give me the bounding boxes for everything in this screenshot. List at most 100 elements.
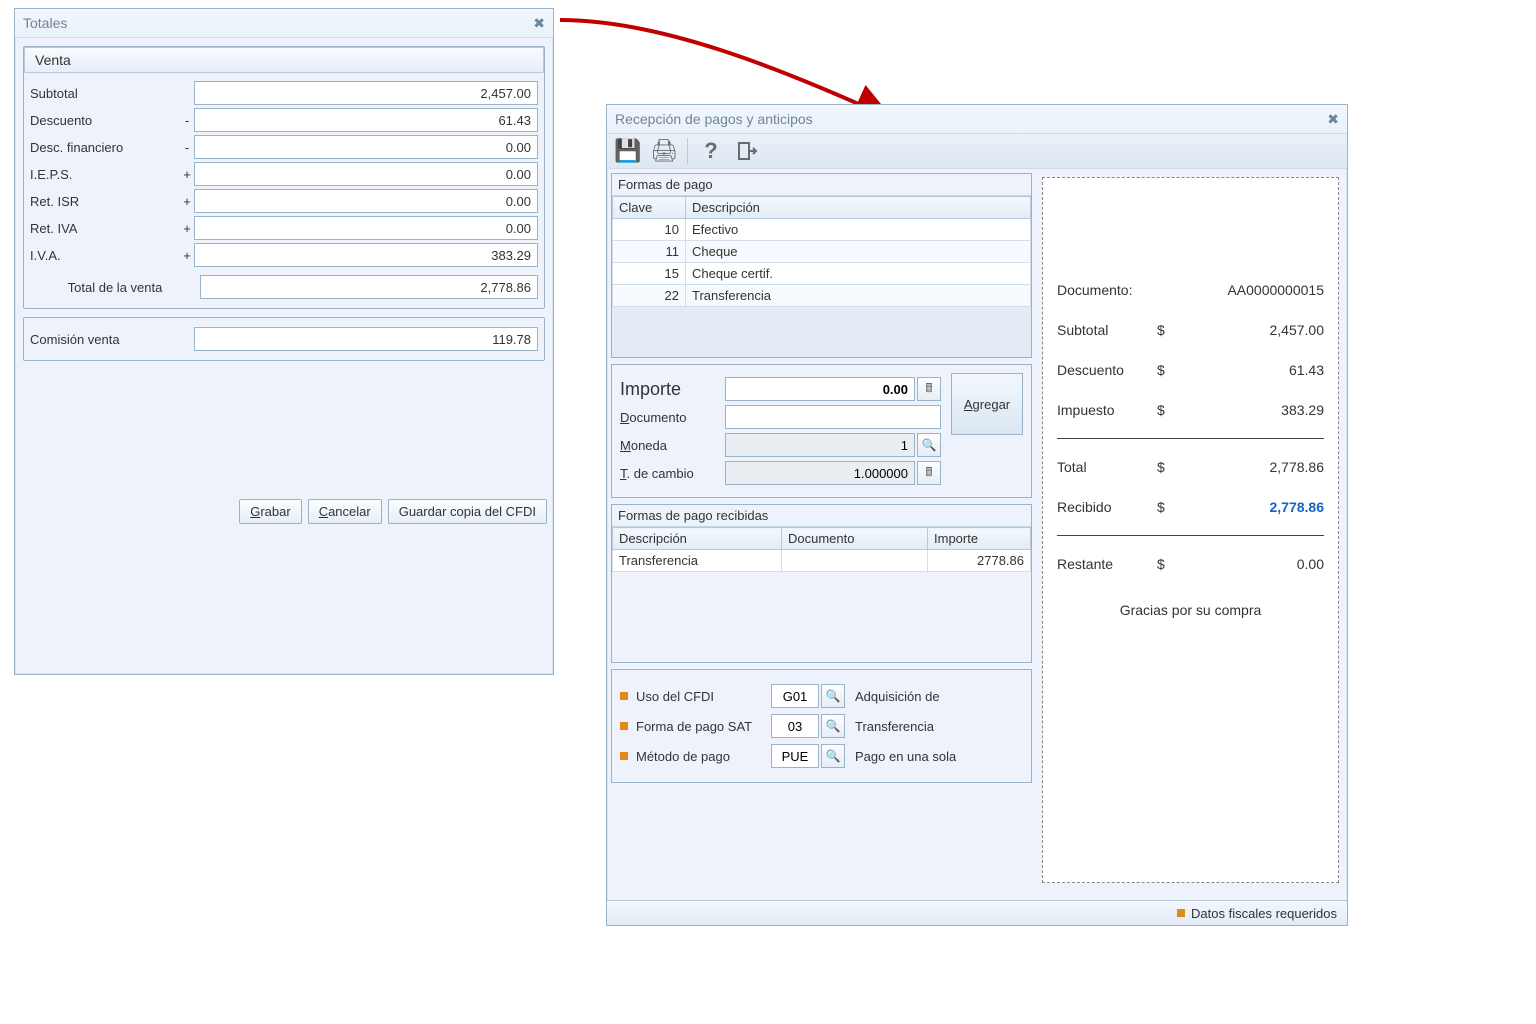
row-subtotal: Subtotal [30,81,538,105]
descfin-sign: - [180,140,194,155]
bullet-icon [620,722,628,730]
subtotal-label: Subtotal [30,86,180,101]
agregar-button[interactable]: Agregar [951,373,1023,435]
col-desc2[interactable]: Descripción [613,528,782,550]
t-restante: 0.00 [1177,556,1324,572]
comision-label: Comisión venta [30,332,180,347]
print-icon[interactable]: 🖨 [651,138,677,164]
t-doc-label: Documento: [1057,282,1157,298]
retiva-label: Ret. IVA [30,221,180,236]
forma-sat-desc: Transferencia [855,719,1023,734]
row-comision: Comisión venta [30,327,538,351]
iva-sign: + [180,248,194,263]
col-clave[interactable]: Clave [613,197,686,219]
formas-pago-group: Formas de pago Clave Descripción 10Efect… [611,173,1032,358]
help-icon[interactable]: ? [698,138,724,164]
venta-panel: Venta Subtotal Descuento - Desc. financi… [23,46,545,309]
t-descuento: 61.43 [1177,362,1324,378]
t-impuesto-label: Impuesto [1057,402,1157,418]
tc-input[interactable] [725,461,915,485]
recibidas-title: Formas de pago recibidas [612,505,1031,527]
t-subtotal: 2,457.00 [1177,322,1324,338]
search-icon[interactable]: 🔍 [821,714,845,738]
documento-input[interactable] [725,405,941,429]
row-ieps: I.E.P.S. + [30,162,538,186]
row-iva: I.V.A. + [30,243,538,267]
forma-sat-input[interactable] [771,714,819,738]
t-total: 2,778.86 [1177,459,1324,475]
bullet-icon [620,692,628,700]
t-subtotal-label: Subtotal [1057,322,1157,338]
row-total: Total de la venta [30,275,538,299]
retiva-input[interactable] [194,216,538,240]
uso-cfdi-label: Uso del CFDI [636,689,771,704]
grabar-button[interactable]: Grabar [239,499,301,524]
metodo-pago-row: Método de pago 🔍 Pago en una sola [620,744,1023,768]
totales-titlebar[interactable]: Totales ✖ [15,9,553,38]
right-column: Documento: AA0000000015 Subtotal $ 2,457… [1038,173,1343,887]
guardar-cfdi-button[interactable]: Guardar copia del CFDI [388,499,547,524]
col-doc2[interactable]: Documento [781,528,927,550]
toolbar: 💾 🖨 ? [607,134,1347,169]
search-icon[interactable]: 🔍 [917,433,941,457]
t-thanks: Gracias por su compra [1057,602,1324,618]
save-icon[interactable]: 💾 [615,138,641,164]
subtotal-input[interactable] [194,81,538,105]
tc-label: T. de cambio [620,466,725,481]
exit-icon[interactable] [734,138,760,164]
table-row[interactable]: 11Cheque [613,241,1031,263]
col-desc[interactable]: Descripción [686,197,1031,219]
table-row[interactable]: 22Transferencia [613,285,1031,307]
formas-pago-table[interactable]: Clave Descripción 10Efectivo11Cheque15Ch… [612,196,1031,307]
descfin-input[interactable] [194,135,538,159]
ieps-sign: + [180,167,194,182]
iva-input[interactable] [194,243,538,267]
venta-panel-title: Venta [24,47,544,73]
descuento-sign: - [180,113,194,128]
moneda-input[interactable] [725,433,915,457]
calc-icon[interactable]: 🖩 [917,461,941,485]
recepcion-titlebar[interactable]: Recepción de pagos y anticipos ✖ [607,105,1347,134]
table-row[interactable]: 15Cheque certif. [613,263,1031,285]
formas-pago-title: Formas de pago [612,174,1031,196]
recepcion-window: Recepción de pagos y anticipos ✖ 💾 🖨 ? F… [606,104,1348,926]
t-descuento-label: Descuento [1057,362,1157,378]
row-retiva: Ret. IVA + [30,216,538,240]
calc-icon[interactable]: 🖩 [917,377,941,401]
total-label: Total de la venta [30,280,200,295]
ieps-input[interactable] [194,162,538,186]
row-descfin: Desc. financiero - [30,135,538,159]
retisr-input[interactable] [194,189,538,213]
row-descuento: Descuento - [30,108,538,132]
t-recibido: 2,778.86 [1177,499,1324,515]
t-impuesto: 383.29 [1177,402,1324,418]
metodo-pago-input[interactable] [771,744,819,768]
table-row[interactable]: Transferencia2778.86 [613,550,1031,572]
importe-group: Importe 🖩 Documento Moneda 🔍 [611,364,1032,498]
cancelar-button[interactable]: Cancelar [308,499,382,524]
fiscal-group: Uso del CFDI 🔍 Adquisición de Forma de p… [611,669,1032,783]
col-imp2[interactable]: Importe [928,528,1031,550]
table-row[interactable]: 10Efectivo [613,219,1031,241]
t-recibido-label: Recibido [1057,499,1157,515]
status-text: Datos fiscales requeridos [1191,906,1337,921]
close-icon[interactable]: ✖ [1327,111,1339,128]
search-icon[interactable]: 🔍 [821,744,845,768]
uso-cfdi-input[interactable] [771,684,819,708]
iva-label: I.V.A. [30,248,180,263]
close-icon[interactable]: ✖ [533,15,545,32]
total-input[interactable] [200,275,538,299]
recepcion-content: Formas de pago Clave Descripción 10Efect… [607,169,1347,891]
descuento-input[interactable] [194,108,538,132]
importe-input[interactable] [725,377,915,401]
recibidas-group: Formas de pago recibidas Descripción Doc… [611,504,1032,663]
comision-input[interactable] [194,327,538,351]
comision-panel: Comisión venta [23,317,545,361]
uso-cfdi-desc: Adquisición de [855,689,1023,704]
metodo-pago-label: Método de pago [636,749,771,764]
bullet-icon [1177,909,1185,917]
descfin-label: Desc. financiero [30,140,180,155]
recibidas-table[interactable]: Descripción Documento Importe Transferen… [612,527,1031,572]
search-icon[interactable]: 🔍 [821,684,845,708]
importe-label: Importe [620,379,725,400]
